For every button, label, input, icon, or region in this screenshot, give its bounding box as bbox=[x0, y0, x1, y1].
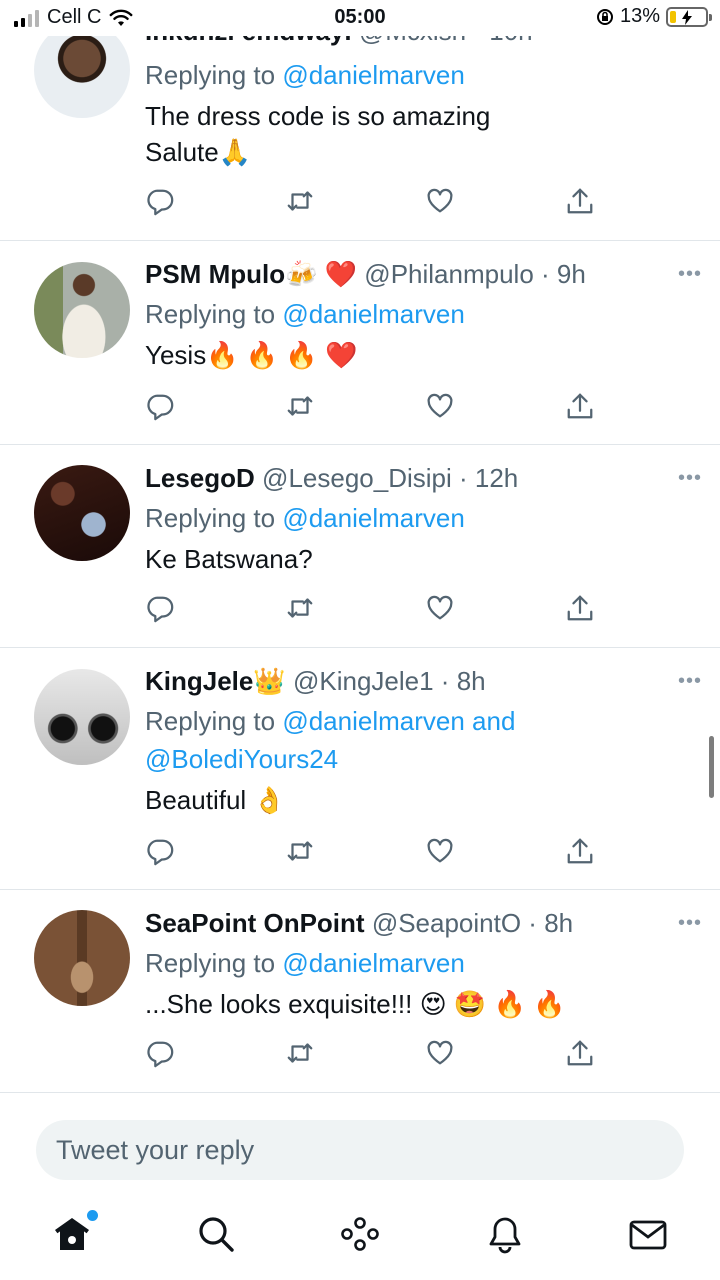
user-handle[interactable]: @KingJele1 bbox=[293, 666, 434, 696]
reply-icon[interactable] bbox=[145, 186, 177, 218]
display-name[interactable]: SeaPoint OnPoint bbox=[145, 908, 365, 938]
tweet-text: ...She looks exquisite!!! 😍 🤩 🔥 🔥 bbox=[145, 989, 566, 1019]
heart-icon[interactable] bbox=[425, 593, 457, 625]
reply-icon[interactable] bbox=[145, 593, 177, 625]
reply-icon[interactable] bbox=[145, 391, 177, 423]
tweet-text: The dress code is so amazing Salute🙏 bbox=[145, 101, 491, 167]
replying-to: Replying to @danielmarven and @BolediYou… bbox=[145, 702, 700, 778]
orientation-lock-icon bbox=[596, 8, 613, 25]
tweet-time: 8h bbox=[544, 908, 574, 938]
tweet-time: 8h bbox=[456, 666, 486, 696]
home-icon[interactable] bbox=[52, 1210, 98, 1254]
tweet[interactable]: Inkunzi emdwayi @Mcxisn · 10h Replying t… bbox=[0, 0, 720, 241]
share-icon[interactable] bbox=[565, 186, 597, 218]
tweet[interactable]: SeaPoint OnPoint @SeapointO · 8h Replyin… bbox=[0, 890, 720, 1093]
mail-icon[interactable] bbox=[628, 1214, 668, 1254]
battery-percent: 13% bbox=[619, 5, 660, 27]
tweet[interactable]: PSM Mpulo🍻 ❤️ @Philanmpulo · 9h Replying… bbox=[0, 241, 720, 445]
mention-link[interactable]: @danielmarven bbox=[282, 299, 464, 329]
retweet-icon[interactable] bbox=[285, 1038, 317, 1070]
mention-link[interactable]: @BolediYours24 bbox=[145, 740, 700, 778]
replying-to: Replying to @danielmarven bbox=[145, 503, 465, 533]
search-icon[interactable] bbox=[196, 1214, 236, 1254]
tweet-actions bbox=[145, 186, 595, 218]
share-icon[interactable] bbox=[565, 836, 597, 868]
reply-icon[interactable] bbox=[145, 1038, 177, 1070]
avatar[interactable] bbox=[34, 465, 130, 561]
retweet-icon[interactable] bbox=[285, 593, 317, 625]
bottom-nav bbox=[0, 1196, 720, 1280]
reply-icon[interactable] bbox=[145, 836, 177, 868]
new-content-dot bbox=[87, 1210, 98, 1221]
tweet-actions bbox=[145, 593, 595, 625]
reply-input[interactable]: Tweet your reply bbox=[36, 1120, 684, 1180]
share-icon[interactable] bbox=[565, 1038, 597, 1070]
battery-icon bbox=[666, 6, 712, 27]
share-icon[interactable] bbox=[565, 391, 597, 423]
more-options-icon[interactable]: ••• bbox=[678, 912, 702, 935]
share-icon[interactable] bbox=[565, 593, 597, 625]
more-options-icon[interactable]: ••• bbox=[678, 263, 702, 286]
more-options-icon[interactable]: ••• bbox=[678, 670, 702, 693]
display-name[interactable]: PSM Mpulo🍻 ❤️ bbox=[145, 259, 357, 289]
retweet-icon[interactable] bbox=[285, 186, 317, 218]
more-options-icon[interactable]: ••• bbox=[678, 467, 702, 490]
replying-to: Replying to @danielmarven bbox=[145, 299, 465, 329]
bell-icon[interactable] bbox=[485, 1214, 525, 1254]
tweet-actions bbox=[145, 836, 595, 868]
tweet-time: 12h bbox=[474, 463, 519, 493]
heart-icon[interactable] bbox=[425, 1038, 457, 1070]
heart-icon[interactable] bbox=[425, 391, 457, 423]
tweet-text: Ke Batswana? bbox=[145, 544, 313, 574]
heart-icon[interactable] bbox=[425, 186, 457, 218]
avatar[interactable] bbox=[34, 262, 130, 358]
avatar[interactable] bbox=[34, 669, 130, 765]
user-handle[interactable]: @SeapointO bbox=[372, 908, 521, 938]
reply-feed[interactable]: Inkunzi emdwayi @Mcxisn · 10h Replying t… bbox=[0, 0, 720, 1104]
retweet-icon[interactable] bbox=[285, 836, 317, 868]
retweet-icon[interactable] bbox=[285, 391, 317, 423]
tweet-actions bbox=[145, 391, 595, 423]
replying-to: Replying to @danielmarven bbox=[145, 60, 465, 90]
display-name[interactable]: LesegoD bbox=[145, 463, 255, 493]
avatar[interactable] bbox=[34, 910, 130, 1006]
tweet-actions bbox=[145, 1038, 595, 1070]
tweet-text: Yesis🔥 🔥 🔥 ❤️ bbox=[145, 340, 358, 370]
mention-link[interactable]: @danielmarven and bbox=[282, 706, 515, 736]
reply-composer: Tweet your reply bbox=[0, 1104, 720, 1196]
heart-icon[interactable] bbox=[425, 836, 457, 868]
tweet-time: 9h bbox=[556, 259, 586, 289]
tweet[interactable]: KingJele👑 @KingJele1 · 8h Replying to @d… bbox=[0, 648, 720, 890]
spaces-icon[interactable] bbox=[340, 1214, 380, 1254]
avatar[interactable] bbox=[34, 22, 130, 118]
status-right: 13% bbox=[596, 5, 712, 28]
mention-link[interactable]: @danielmarven bbox=[282, 60, 464, 90]
tweet-text: Beautiful 👌 bbox=[145, 785, 286, 815]
user-handle[interactable]: @Lesego_Disipi bbox=[262, 463, 452, 493]
display-name[interactable]: KingJele👑 bbox=[145, 666, 286, 696]
mention-link[interactable]: @danielmarven bbox=[282, 948, 464, 978]
replying-to: Replying to @danielmarven bbox=[145, 948, 465, 978]
status-bar: Cell C 05:00 13% bbox=[0, 0, 720, 36]
scroll-indicator[interactable] bbox=[709, 736, 714, 798]
mention-link[interactable]: @danielmarven bbox=[282, 503, 464, 533]
user-handle[interactable]: @Philanmpulo bbox=[364, 259, 533, 289]
tweet[interactable]: LesegoD @Lesego_Disipi · 12h Replying to… bbox=[0, 445, 720, 648]
